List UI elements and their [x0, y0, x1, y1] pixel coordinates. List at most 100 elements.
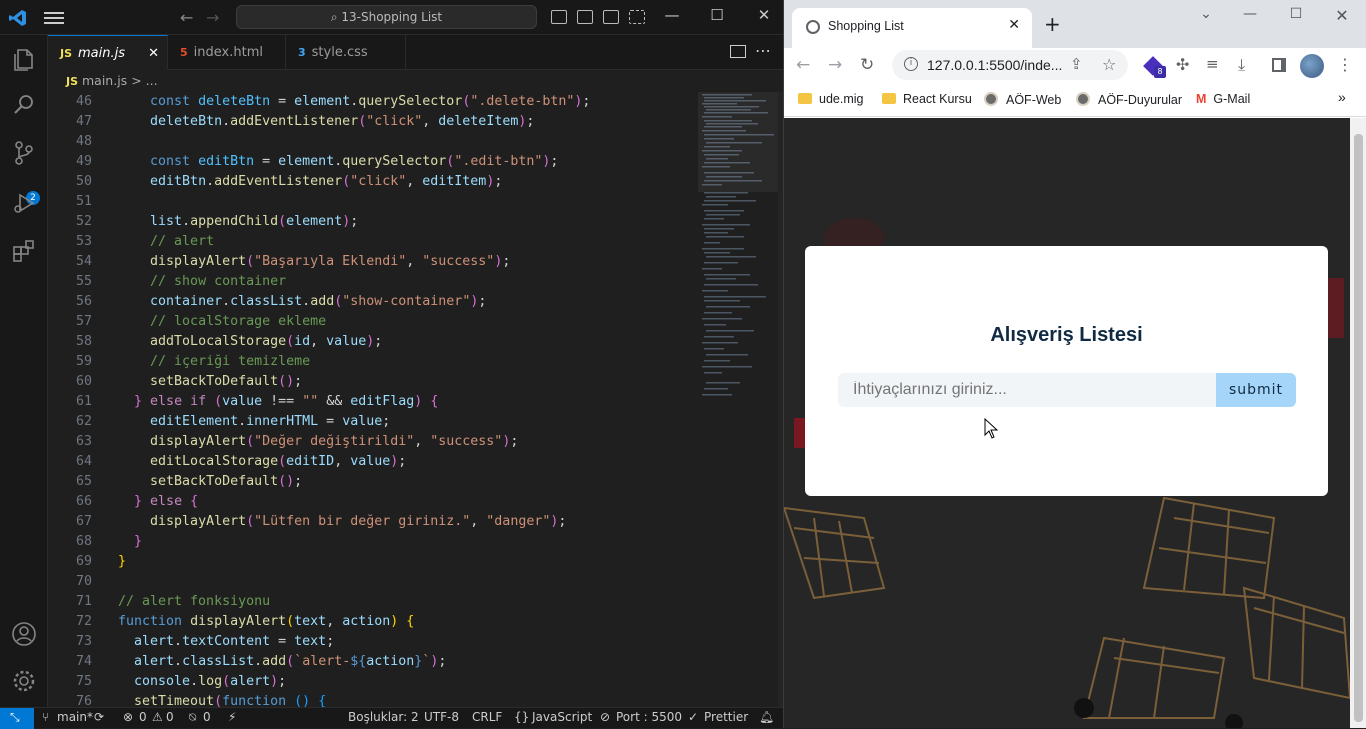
code-line: } [134, 534, 143, 549]
close-icon[interactable]: ✕ [752, 6, 776, 24]
reload-icon[interactable]: ↻ [860, 55, 874, 75]
avatar[interactable] [1300, 54, 1324, 78]
live-server-port[interactable]: Port : 5500 [616, 710, 682, 724]
toggle-primary-sidebar-icon[interactable] [551, 10, 567, 24]
css-file-icon: 3 [298, 46, 306, 59]
line-number: 56 [75, 294, 92, 309]
maximize-icon[interactable]: ☐ [705, 6, 729, 24]
browser-tab[interactable]: Shopping List ✕ [792, 8, 1032, 48]
code-line: alert.textContent = text; [134, 634, 335, 649]
line-number: 51 [75, 194, 92, 209]
minimize-icon[interactable]: — [1240, 6, 1260, 22]
gmail-icon: M [1196, 92, 1207, 106]
forward-arrow-icon[interactable]: → [206, 8, 219, 27]
extension-icon[interactable]: 8 [1143, 56, 1166, 78]
gear-icon[interactable] [10, 667, 38, 695]
error-count[interactable]: 0 [139, 710, 147, 724]
address-bar[interactable]: i 127.0.0.1:5500/inde... [892, 50, 1128, 80]
code-line: // show container [150, 274, 287, 289]
media-queue-icon[interactable]: ≡ [1206, 55, 1219, 73]
code-editor[interactable]: 46 47 48 49 50 51 52 53 54 55 56 57 58 59 60 61 62 63 64 65… [48, 92, 693, 707]
toggle-panel-icon[interactable] [577, 10, 593, 24]
extensions-icon[interactable] [10, 237, 38, 265]
info-icon[interactable]: i [904, 57, 918, 71]
breadcrumb-symbol[interactable]: ... [146, 73, 158, 88]
sync-icon[interactable]: ⟳ [94, 710, 104, 724]
extensions-puzzle-icon[interactable]: ✣ [1176, 55, 1189, 74]
new-tab-icon[interactable]: + [1044, 12, 1061, 36]
encoding[interactable]: UTF-8 [424, 710, 459, 724]
browser-window: Shopping List ✕ + ⌄ — ☐ ✕ ← → ↻ i 127.0.… [783, 0, 1366, 728]
folder-icon [882, 93, 896, 104]
minimap[interactable] [698, 92, 778, 707]
remote-indicator[interactable]: ⤡ [0, 708, 34, 729]
command-center[interactable]: ⌕ 13-Shopping List [236, 5, 537, 29]
code-line: displayAlert("Değer değiştirildi", "succ… [150, 434, 519, 449]
bookmark-star-icon[interactable]: ☆ [1102, 55, 1116, 74]
git-branch[interactable]: main* [57, 710, 93, 724]
browser-toolbar: ← → ↻ i 127.0.0.1:5500/inde... ⇪ ☆ 8 ✣ ≡… [784, 48, 1366, 84]
tab-label: style.css [311, 45, 368, 60]
maximize-icon[interactable]: ☐ [1286, 6, 1306, 22]
menu-icon[interactable] [44, 9, 64, 25]
side-panel-icon[interactable] [1272, 58, 1286, 72]
code-line: list.appendChild(element); [150, 214, 359, 229]
code-line: editElement.innerHTML = value; [150, 414, 391, 429]
back-arrow-icon[interactable]: ← [180, 8, 193, 27]
ports-count[interactable]: 0 [203, 710, 211, 724]
bookmark-item[interactable]: ude.mig [798, 92, 863, 106]
site-icon [984, 92, 998, 106]
close-icon[interactable]: ✕ [1332, 6, 1352, 25]
warning-count[interactable]: 0 [166, 710, 174, 724]
grocery-input[interactable] [838, 373, 1216, 407]
bookmark-item[interactable]: M G-Mail [1196, 92, 1250, 106]
more-menu-icon[interactable]: ⋮ [1337, 55, 1353, 74]
breadcrumb-file[interactable]: main.js [82, 73, 127, 88]
close-tab-icon[interactable]: ✕ [148, 36, 159, 71]
back-icon[interactable]: ← [796, 55, 810, 75]
language-mode[interactable]: JavaScript [532, 710, 592, 724]
code-line: container.classList.add("show-container"… [150, 294, 487, 309]
editor-tabs: JS main.js ✕ 5 index.html 3 style.css ⋯ [48, 35, 783, 70]
error-icon: ⊗ [123, 710, 134, 724]
line-number: 64 [75, 454, 92, 469]
submit-button[interactable]: submit [1216, 373, 1296, 407]
minimize-icon[interactable]: — [660, 6, 684, 24]
accounts-icon[interactable] [10, 620, 38, 648]
forward-icon[interactable]: → [828, 55, 842, 75]
prettier-status[interactable]: Prettier [704, 710, 748, 724]
page-scrollbar[interactable] [1350, 118, 1366, 728]
indentation[interactable]: Boşluklar: 2 [348, 710, 419, 724]
javascript-file-icon: JS [66, 75, 79, 88]
line-number: 60 [75, 374, 92, 389]
breadcrumb: JS main.js > ... [48, 70, 783, 92]
bookmark-item[interactable]: AÖF-Web [984, 92, 1061, 107]
line-ending[interactable]: CRLF [472, 710, 502, 724]
close-tab-icon[interactable]: ✕ [1008, 17, 1020, 33]
line-number: 76 [75, 694, 92, 707]
tab-style-css[interactable]: 3 style.css [286, 35, 406, 70]
live-share-icon[interactable]: ⚡ [228, 710, 236, 724]
download-icon[interactable]: ⤓ [1238, 55, 1245, 75]
toggle-secondary-sidebar-icon[interactable] [603, 10, 619, 24]
bookmark-item[interactable]: React Kursu [882, 92, 972, 106]
more-actions-icon[interactable]: ⋯ [755, 41, 771, 60]
customize-layout-icon[interactable] [629, 10, 645, 24]
search-icon[interactable] [10, 91, 38, 119]
bell-icon[interactable]: 🔔︎ [759, 710, 774, 724]
braces-icon: {} [514, 710, 530, 724]
code-line: // localStorage ekleme [150, 314, 327, 329]
source-control-icon[interactable] [10, 139, 38, 167]
tab-index-html[interactable]: 5 index.html [168, 35, 286, 70]
search-icon: ⌕ [330, 10, 342, 24]
explorer-icon[interactable] [10, 45, 38, 73]
code-line: const deleteBtn = element.querySelector(… [150, 94, 591, 109]
run-debug-icon[interactable] [10, 189, 38, 217]
share-icon[interactable]: ⇪ [1070, 55, 1083, 73]
bookmark-item[interactable]: AÖF-Duyurular [1076, 92, 1182, 107]
tab-search-icon[interactable]: ⌄ [1196, 6, 1216, 22]
split-editor-icon[interactable] [730, 45, 746, 58]
scrollbar-thumb[interactable] [1354, 134, 1363, 722]
more-bookmarks-icon[interactable]: » [1338, 89, 1346, 105]
tab-main-js[interactable]: JS main.js ✕ [48, 35, 168, 70]
